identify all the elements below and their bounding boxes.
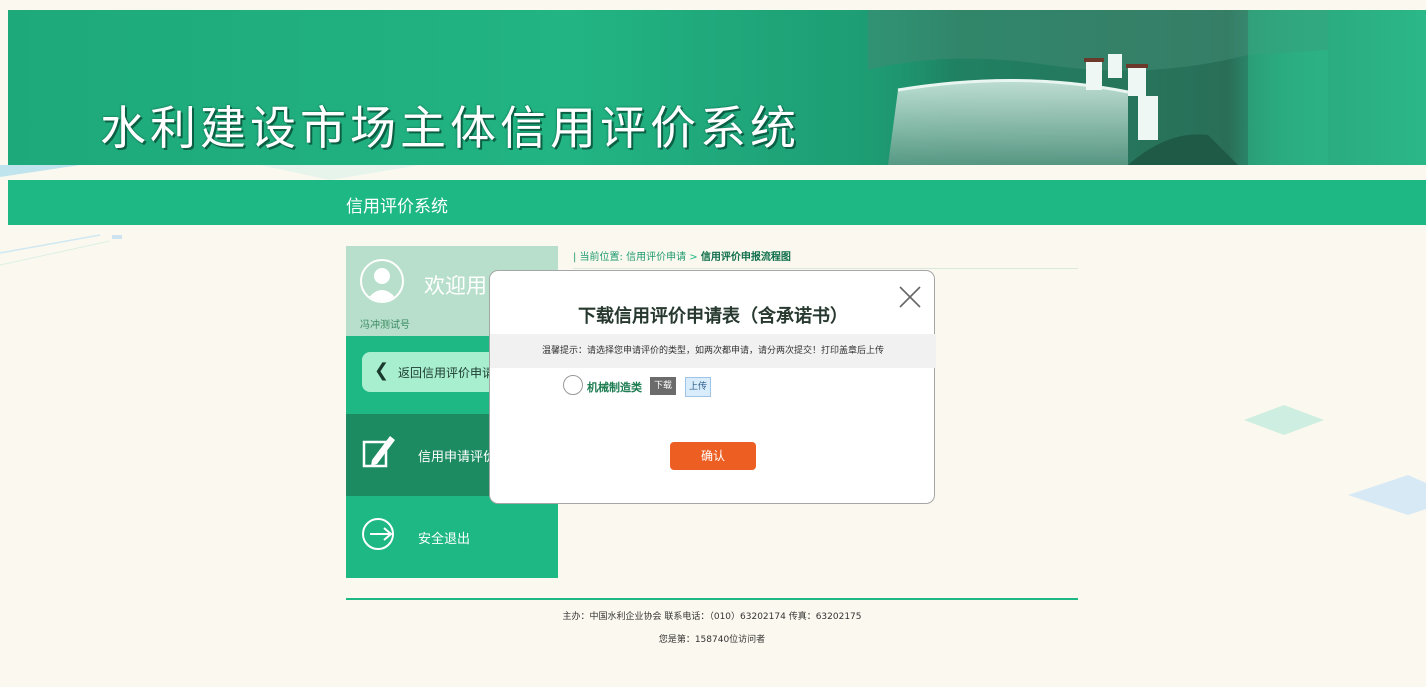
breadcrumb-current: 信用评价申报流程图 xyxy=(700,252,791,263)
back-button-label: 返回信用评价申请 xyxy=(398,366,495,380)
breadcrumb-divider xyxy=(573,268,1078,269)
download-dialog: 下载信用评价申请表（含承诺书） 温馨提示：请选择您申请评价的类型，如两次都申请，… xyxy=(489,270,936,504)
edit-icon xyxy=(362,436,395,468)
option-radio[interactable] xyxy=(563,375,583,395)
top-navbar: 信用评价系统 xyxy=(8,180,1426,225)
dialog-title: 下载信用评价申请表（含承诺书） xyxy=(578,306,848,327)
option-row: 机械制造类 下载 上传 xyxy=(563,375,883,397)
username: 冯冲测试号 xyxy=(360,320,410,331)
decorative-diamond-blue xyxy=(1348,475,1426,515)
chevron-left-icon: ❮ xyxy=(374,360,390,381)
dialog-tip: 温馨提示：请选择您申请评价的类型，如两次都申请，请分两次提交！打印盖章后上传 xyxy=(490,334,936,368)
header-banner: 水利建设市场主体信用评价系统 xyxy=(8,10,1426,165)
confirm-button[interactable]: 确认 xyxy=(670,442,756,470)
sidebar-item-label: 信用申请评价 xyxy=(418,450,497,465)
top-strip xyxy=(0,0,1426,10)
breadcrumb-level1[interactable]: 信用评价申请 xyxy=(626,252,686,263)
avatar xyxy=(360,259,404,303)
breadcrumb: | 当前位置: 信用评价申请 > 信用评价申报流程图 xyxy=(573,248,791,263)
breadcrumb-prefix: | 当前位置: xyxy=(573,252,623,263)
sidebar-item-label: 安全退出 xyxy=(418,532,471,547)
logout-icon xyxy=(362,518,394,550)
dam-photo xyxy=(828,10,1328,165)
welcome-text: 欢迎用 xyxy=(424,274,487,298)
decorative-band xyxy=(0,165,1426,180)
decorative-diamond-green xyxy=(1244,405,1324,435)
option-label: 机械制造类 xyxy=(587,381,642,394)
sidebar-item-logout[interactable]: 安全退出 xyxy=(346,496,558,578)
decorative-lines xyxy=(0,234,122,266)
download-button[interactable]: 下载 xyxy=(650,377,676,395)
footer-divider xyxy=(346,598,1078,600)
breadcrumb-separator: > xyxy=(689,252,698,263)
navbar-title: 信用评价系统 xyxy=(346,197,448,217)
user-icon xyxy=(366,268,398,301)
upload-button[interactable]: 上传 xyxy=(685,377,711,397)
footer-visitor-count: 您是第：158740位访问者 xyxy=(658,635,766,645)
footer-contact: 主办：中国水利企业协会 联系电话：（010）63202174 传真：632021… xyxy=(562,612,862,622)
system-title: 水利建设市场主体信用评价系统 xyxy=(100,101,800,155)
